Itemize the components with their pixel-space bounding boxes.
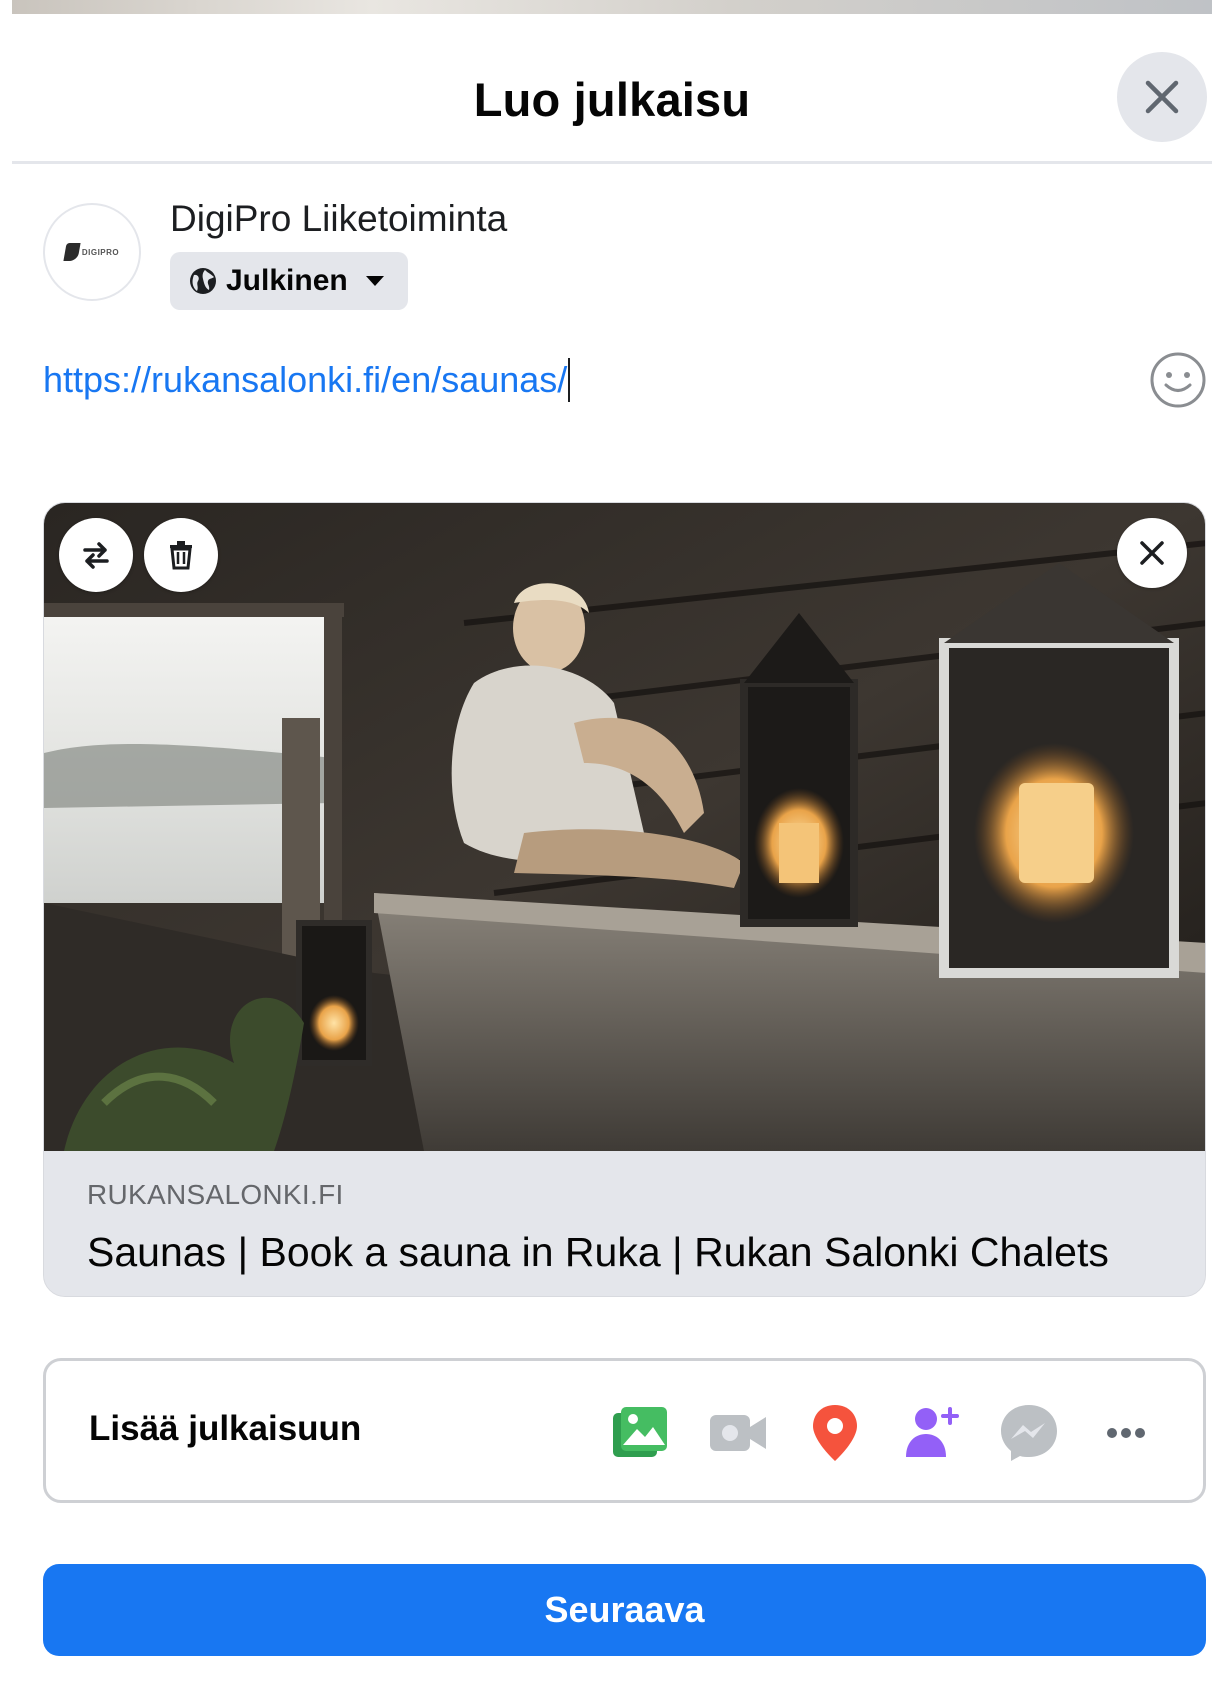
location-pin-icon <box>813 1405 857 1461</box>
globe-icon <box>190 268 216 294</box>
link-preview-card[interactable]: RUKANSALONKI.FI Saunas | Book a sauna in… <box>43 502 1206 1297</box>
more-options-button[interactable] <box>1094 1401 1158 1465</box>
tag-people-icon <box>906 1407 959 1457</box>
link-preview-domain: RUKANSALONKI.FI <box>87 1179 344 1210</box>
emoji-button[interactable] <box>1148 350 1208 410</box>
add-to-post-bar: Lisää julkaisuun <box>43 1358 1206 1503</box>
add-photo-button[interactable] <box>609 1401 673 1465</box>
sauna-photo <box>44 503 1205 1151</box>
audience-label: Julkinen <box>226 264 348 297</box>
post-text-input[interactable]: https://rukansalonki.fi/en/saunas/ <box>43 358 571 402</box>
more-icon <box>1107 1428 1145 1438</box>
tag-people-button[interactable] <box>900 1401 964 1465</box>
background-page-strip <box>12 0 1212 14</box>
brand-logo-text: DIGIPRO <box>81 247 120 257</box>
close-icon <box>1145 80 1179 114</box>
smiley-icon <box>1150 352 1206 408</box>
trash-icon <box>170 541 192 570</box>
add-video-button[interactable] <box>706 1401 770 1465</box>
avatar[interactable]: DIGIPRO <box>43 203 141 301</box>
post-text-link: https://rukansalonki.fi/en/saunas/ <box>43 359 568 400</box>
messenger-button[interactable] <box>997 1401 1061 1465</box>
dialog-header: Luo julkaisu <box>12 14 1212 164</box>
video-camera-icon <box>710 1415 766 1451</box>
brand-logo-mark <box>63 243 81 261</box>
dialog-title: Luo julkaisu <box>473 73 751 126</box>
remove-preview-button[interactable] <box>1117 518 1187 588</box>
close-icon <box>1140 541 1164 565</box>
author-name: DigiPro Liiketoiminta <box>170 198 508 239</box>
swap-media-button[interactable] <box>59 518 133 592</box>
close-dialog-button[interactable] <box>1117 52 1207 142</box>
text-caret <box>568 358 571 402</box>
messenger-icon <box>1001 1405 1057 1461</box>
photo-video-icon <box>613 1407 667 1457</box>
link-preview-title: Saunas | Book a sauna in Ruka | Rukan Sa… <box>87 1229 1109 1275</box>
add-to-post-label: Lisää julkaisuun <box>89 1409 362 1448</box>
audience-selector-button[interactable]: Julkinen <box>170 252 408 310</box>
delete-media-button[interactable] <box>144 518 218 592</box>
caret-down-icon <box>365 276 384 286</box>
swap-icon <box>83 542 109 569</box>
check-in-button[interactable] <box>803 1401 867 1465</box>
link-preview-meta: RUKANSALONKI.FI Saunas | Book a sauna in… <box>44 1151 1205 1296</box>
next-button[interactable]: Seuraava <box>43 1564 1206 1656</box>
